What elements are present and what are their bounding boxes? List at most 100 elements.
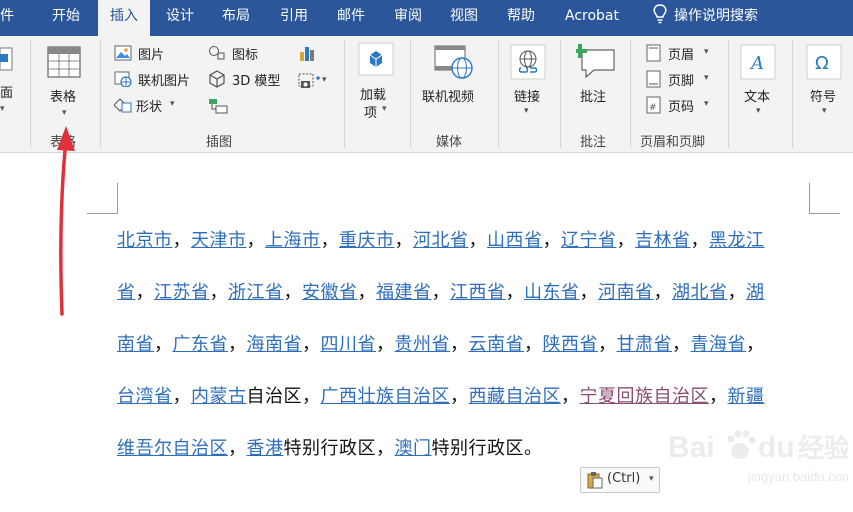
tab-file[interactable]: 件	[0, 0, 14, 36]
tab-view[interactable]: 视图	[450, 0, 478, 36]
online-picture-button[interactable]: 联机图片	[114, 70, 206, 90]
chevron-down-icon: ▾	[704, 73, 709, 83]
hyperlink[interactable]: 湖	[746, 282, 765, 303]
page-number-icon: #	[646, 96, 661, 114]
new-comment-button[interactable]: 批注	[568, 40, 624, 126]
hyperlink[interactable]: 新疆	[728, 386, 765, 407]
screenshot-button[interactable]: ▾	[298, 72, 330, 92]
store-icon	[358, 42, 394, 76]
hyperlink[interactable]: 宁夏回族自治区	[580, 386, 710, 407]
online-picture-icon	[114, 71, 132, 87]
group-separator	[410, 40, 411, 148]
icons-icon	[209, 46, 225, 60]
tab-acrobat[interactable]: Acrobat	[565, 0, 619, 36]
screenshot-icon	[298, 73, 320, 88]
footer-button[interactable]: 页脚 ▾	[646, 70, 716, 90]
table-button[interactable]: 表格 ▾	[36, 40, 94, 126]
smartart-icon	[209, 99, 228, 114]
tab-layout[interactable]: 布局	[222, 0, 250, 36]
text-button[interactable]: A 文本 ▾	[736, 40, 784, 126]
hyperlink[interactable]: 西藏自治区	[469, 386, 562, 407]
paste-options-label: (Ctrl)	[607, 471, 641, 486]
hyperlink[interactable]: 香港	[247, 438, 284, 459]
hyperlink[interactable]: 河南省	[598, 282, 654, 303]
hyperlink[interactable]: 甘肃省	[617, 334, 673, 355]
document-canvas[interactable]: 北京市，天津市，上海市，重庆市，河北省，山西省，辽宁省，吉林省，黑龙江 省 ， 江苏…	[0, 153, 853, 512]
header-button[interactable]: 页眉 ▾	[646, 44, 716, 64]
clipboard-icon	[587, 472, 603, 489]
hyperlink[interactable]: 内蒙古	[191, 386, 247, 407]
hyperlink[interactable]: 省	[117, 282, 136, 303]
doc-line[interactable]: 维吾尔自治区，香港特别行政区，澳门特别行政区。	[117, 434, 543, 460]
hyperlink[interactable]: 陕西省	[543, 334, 599, 355]
plain-text: ，	[357, 282, 376, 303]
hyperlink[interactable]: 河北省	[413, 230, 469, 251]
icons-button[interactable]: 图标	[208, 44, 272, 64]
hyperlink[interactable]: 澳门	[395, 438, 432, 459]
hyperlink[interactable]: 台湾省	[117, 386, 173, 407]
hyperlink[interactable]: 黑龙江	[709, 230, 765, 251]
online-video-button[interactable]: 联机视频	[418, 40, 486, 126]
plain-text: 自治区	[246, 386, 302, 407]
tab-review[interactable]: 审阅	[394, 0, 422, 36]
paste-options-button[interactable]: (Ctrl) ▾	[580, 467, 660, 493]
baidu-watermark-logo: Bai du 经验 jingyan.baidu.com	[668, 430, 848, 484]
3d-model-button[interactable]: 3D 模型	[208, 70, 292, 90]
chart-button[interactable]	[298, 44, 318, 64]
doc-line[interactable]: 南省，广东省，海南省，四川省，贵州省，云南省，陕西省，甘肃省，青海省，	[117, 330, 765, 356]
shapes-label: 形状	[136, 100, 163, 115]
tab-help[interactable]: 帮助	[507, 0, 535, 36]
hyperlink[interactable]: 江苏省	[154, 282, 210, 303]
hyperlink[interactable]: 青海省	[691, 334, 747, 355]
picture-button[interactable]: 图片	[114, 44, 184, 64]
hyperlink[interactable]: 山西省	[487, 230, 543, 251]
hyperlink[interactable]: 南省	[117, 334, 154, 355]
hyperlink[interactable]: 贵州省	[395, 334, 451, 355]
hyperlink[interactable]: 浙江省	[228, 282, 284, 303]
hyperlink[interactable]: 四川省	[321, 334, 377, 355]
tell-me-search[interactable]: 操作说明搜索	[652, 0, 758, 36]
hyperlink[interactable]: 吉林省	[635, 230, 691, 251]
hyperlink[interactable]: 湖北省	[672, 282, 728, 303]
tab-references[interactable]: 引用	[280, 0, 308, 36]
doc-line[interactable]: 北京市，天津市，上海市，重庆市，河北省，山西省，辽宁省，吉林省，黑龙江	[117, 226, 765, 252]
hyperlink[interactable]: 安徽省	[302, 282, 358, 303]
tab-home[interactable]: 开始	[52, 0, 80, 36]
links-button[interactable]: 链接 ▾	[506, 40, 550, 126]
plain-text: ，	[228, 334, 247, 355]
plain-text: ，	[709, 386, 728, 407]
hyperlink[interactable]: 广东省	[173, 334, 229, 355]
addins-label-line1: 加载	[360, 88, 387, 103]
chevron-down-icon: ▾	[170, 99, 175, 109]
symbols-button[interactable]: Ω 符号 ▾	[800, 40, 850, 126]
doc-line[interactable]: 台湾省，内蒙古自治区，广西壮族自治区，西藏自治区，宁夏回族自治区，新疆	[117, 382, 765, 408]
footer-icon	[646, 70, 661, 88]
hyperlink[interactable]: 上海市	[265, 230, 321, 251]
hyperlink[interactable]: 江西省	[450, 282, 506, 303]
plain-text: ，	[172, 386, 191, 407]
hyperlink[interactable]: 北京市	[117, 230, 173, 251]
addins-button[interactable]: 加载 项 ▾	[354, 40, 400, 126]
hyperlink[interactable]: 广西壮族自治区	[321, 386, 451, 407]
omega-icon: Ω	[806, 44, 842, 80]
hyperlink[interactable]: 维吾尔自治区	[117, 438, 228, 459]
shapes-button[interactable]: 形状 ▾	[114, 96, 184, 116]
tab-insert[interactable]: 插入	[98, 0, 150, 38]
hyperlink[interactable]: 云南省	[469, 334, 525, 355]
ribbon-insert: 面 ▾ 表格 ▾ 表格 图片 联机图片 形状 ▾ 图标 3D 模型 ▾ 插图 加…	[0, 36, 853, 153]
smartart-button[interactable]	[208, 98, 228, 116]
group-label-header-footer: 页眉和页脚	[640, 135, 706, 150]
hyperlink[interactable]: 山东省	[524, 282, 580, 303]
hyperlink[interactable]: 福建省	[376, 282, 432, 303]
hyperlink[interactable]: 辽宁省	[561, 230, 617, 251]
tab-design[interactable]: 设计	[166, 0, 194, 36]
tab-mailings[interactable]: 邮件	[337, 0, 365, 36]
svg-text:jingyan.baidu.com: jingyan.baidu.com	[747, 469, 848, 484]
hyperlink[interactable]: 天津市	[191, 230, 247, 251]
doc-line[interactable]: 省，江苏省，浙江省，安徽省，福建省，江西省，山东省，河南省，湖北省，湖	[117, 278, 765, 304]
margin-corner-mark	[87, 183, 118, 214]
page-number-button[interactable]: # 页码 ▾	[646, 96, 716, 116]
plain-text: ，	[283, 282, 302, 303]
hyperlink[interactable]: 重庆市	[339, 230, 395, 251]
hyperlink[interactable]: 海南省	[247, 334, 303, 355]
